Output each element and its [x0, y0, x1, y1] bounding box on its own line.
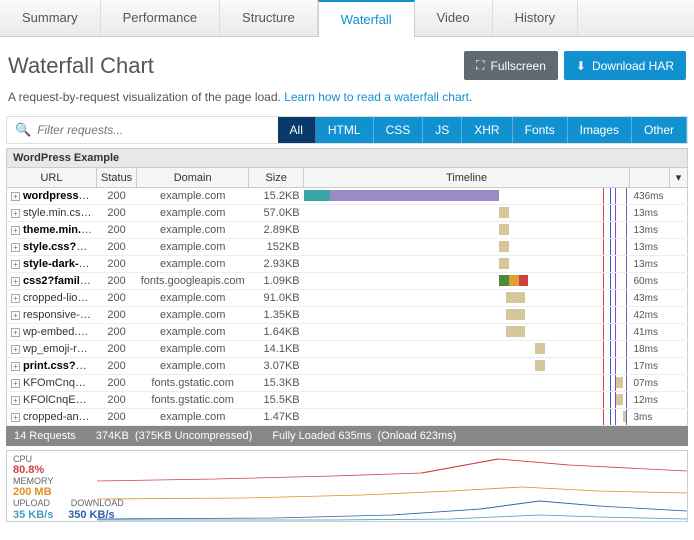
learn-link[interactable]: Learn how to read a waterfall chart	[284, 90, 469, 104]
expand-icon[interactable]: +	[11, 277, 20, 286]
columns-dropdown[interactable]: ▾	[670, 168, 688, 188]
col-size[interactable]: Size	[249, 168, 304, 188]
col-domain[interactable]: Domain	[137, 168, 249, 188]
upload-value: 35 KB/s	[13, 509, 53, 521]
table-row[interactable]: +KFOlCnqEu92...200fonts.gstatic.com15.5K…	[7, 392, 688, 409]
table-row[interactable]: +css2?family=R...200fonts.googleapis.com…	[7, 273, 688, 290]
table-row[interactable]: +style-dark-mo...200example.com2.93KB13m…	[7, 256, 688, 273]
table-row[interactable]: +responsive-em...200example.com1.35KB42m…	[7, 307, 688, 324]
table-row[interactable]: +style.css?ver=...200example.com152KB13m…	[7, 239, 688, 256]
tab-history[interactable]: History	[493, 0, 578, 36]
metrics-panel: CPU 80.8% MEMORY 200 MB UPLOAD DOWNLOAD …	[6, 450, 688, 522]
expand-icon[interactable]: +	[11, 294, 20, 303]
col-status[interactable]: Status	[97, 168, 137, 188]
expand-icon[interactable]: +	[11, 413, 20, 422]
memory-value: 200 MB	[13, 486, 52, 498]
filter-box: 🔍	[7, 117, 278, 143]
expand-icon[interactable]: +	[11, 226, 20, 235]
summary-requests: 14 Requests	[14, 430, 76, 442]
expand-icon[interactable]: +	[11, 192, 20, 201]
expand-icon[interactable]: +	[11, 243, 20, 252]
filter-chip-other[interactable]: Other	[632, 117, 687, 143]
table-row[interactable]: +style.min.css?...200example.com57.0KB13…	[7, 205, 688, 222]
col-url[interactable]: URL	[7, 168, 97, 188]
expand-icon[interactable]: +	[11, 260, 20, 269]
expand-icon[interactable]: +	[11, 345, 20, 354]
cpu-value: 80.8%	[13, 464, 44, 476]
filter-chip-all[interactable]: All	[278, 117, 316, 143]
download-har-button[interactable]: ⬇Download HAR	[564, 51, 686, 80]
expand-icon[interactable]: +	[11, 311, 20, 320]
header: Waterfall Chart ⛶Fullscreen ⬇Download HA…	[0, 37, 694, 86]
filter-chip-html[interactable]: HTML	[316, 117, 374, 143]
filter-input[interactable]	[37, 123, 269, 137]
action-buttons: ⛶Fullscreen ⬇Download HAR	[464, 51, 686, 80]
tab-summary[interactable]: Summary	[0, 0, 101, 36]
tab-video[interactable]: Video	[415, 0, 493, 36]
summary-bar: 14 Requests 374KB (375KB Uncompressed) F…	[6, 426, 688, 446]
table-row[interactable]: +wp-embed.min....200example.com1.64KB41m…	[7, 324, 688, 341]
table-row[interactable]: +wp_emoji-relea...200example.com14.1KB18…	[7, 341, 688, 358]
expand-icon[interactable]: +	[11, 396, 20, 405]
fullscreen-button[interactable]: ⛶Fullscreen	[464, 51, 558, 80]
table-row[interactable]: +cropped-lion-r...200example.com91.0KB43…	[7, 290, 688, 307]
expand-icon[interactable]: +	[11, 362, 20, 371]
table-row[interactable]: +KFOmCnqEu9...200fonts.gstatic.com15.3KB…	[7, 375, 688, 392]
col-timeline[interactable]: Timeline	[304, 168, 630, 188]
filter-chip-css[interactable]: CSS	[374, 117, 424, 143]
subtitle: A request-by-request visualization of th…	[0, 86, 694, 116]
requests-table: URL Status Domain Size Timeline ▾ +wordp…	[6, 167, 688, 426]
filter-chip-js[interactable]: JS	[423, 117, 462, 143]
expand-icon[interactable]: +	[11, 328, 20, 337]
filter-chip-fonts[interactable]: Fonts	[513, 117, 568, 143]
upload-label: UPLOAD	[13, 498, 50, 508]
tabs: SummaryPerformanceStructureWaterfallVide…	[0, 0, 694, 37]
table-row[interactable]: +cropped-andro...200example.com1.47KB3ms	[7, 409, 688, 426]
table-row[interactable]: +print.css?ver=...200example.com3.07KB17…	[7, 358, 688, 375]
tab-performance[interactable]: Performance	[101, 0, 220, 36]
fullscreen-icon: ⛶	[476, 58, 484, 73]
type-filters: AllHTMLCSSJSXHRFontsImagesOther	[278, 117, 687, 143]
tab-waterfall[interactable]: Waterfall	[318, 0, 415, 37]
filter-bar: 🔍 AllHTMLCSSJSXHRFontsImagesOther	[6, 116, 688, 144]
filter-chip-xhr[interactable]: XHR	[462, 117, 512, 143]
expand-icon[interactable]: +	[11, 209, 20, 218]
search-icon: 🔍	[15, 122, 31, 138]
page-title: Waterfall Chart	[8, 53, 154, 79]
metrics-sparkline	[97, 451, 687, 521]
download-icon: ⬇	[576, 59, 586, 73]
expand-icon[interactable]: +	[11, 379, 20, 388]
table-row[interactable]: +wordpress-exa...200example.com15.2KB436…	[7, 188, 688, 205]
filter-chip-images[interactable]: Images	[568, 117, 632, 143]
table-row[interactable]: +theme.min.css...200example.com2.89KB13m…	[7, 222, 688, 239]
tab-structure[interactable]: Structure	[220, 0, 318, 36]
group-header: WordPress Example	[6, 148, 688, 167]
